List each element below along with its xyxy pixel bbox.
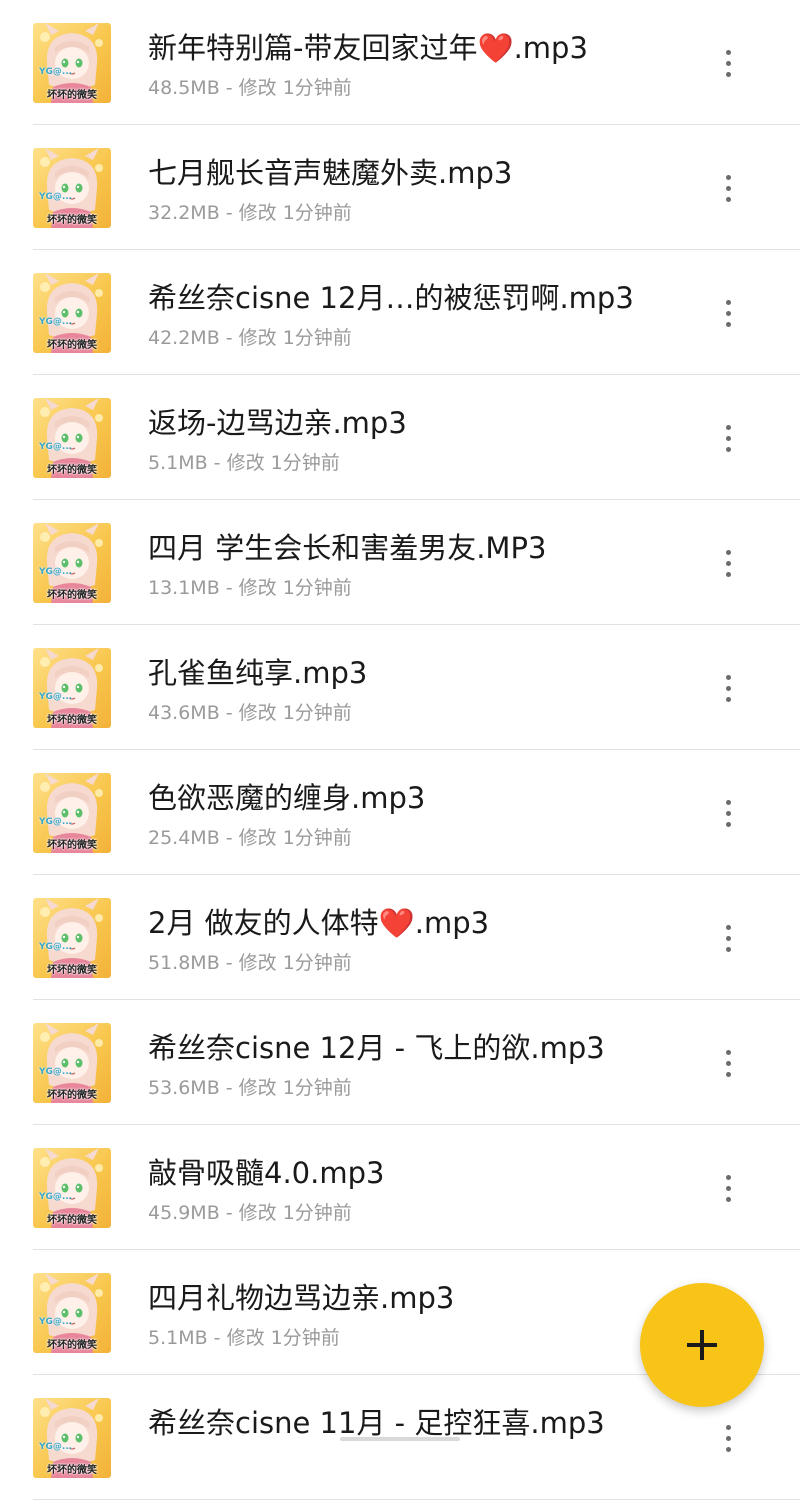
more-options-button[interactable] xyxy=(712,290,744,336)
thumbnail-watermark: YG@... xyxy=(39,692,73,702)
file-name: 四月礼物边骂边亲.mp3 xyxy=(148,1281,455,1315)
file-meta: 13.1MB - 修改 1分钟前 xyxy=(148,577,352,599)
more-vertical-icon xyxy=(725,1049,731,1055)
file-row[interactable]: YG@... 坏坏的微笑 色欲恶魔的缠身.mp3 25.4MB - 修改 1分钟… xyxy=(0,750,800,875)
thumbnail-caption: 坏坏的微笑 xyxy=(47,840,97,851)
file-name: 四月 学生会长和害羞男友.MP3 xyxy=(148,531,547,565)
file-name: 希丝奈cisne 11月 - 足控狂喜.mp3 xyxy=(148,1406,605,1440)
thumbnail-watermark: YG@... xyxy=(39,67,73,77)
more-vertical-icon xyxy=(725,424,731,430)
file-row[interactable]: YG@... 坏坏的微笑 新年特别篇-带友回家过年❤️.mp3 48.5MB -… xyxy=(0,0,800,125)
thumbnail-caption: 坏坏的微笑 xyxy=(47,340,97,351)
file-name: 孔雀鱼纯享.mp3 xyxy=(148,656,368,690)
file-thumbnail: YG@... 坏坏的微笑 xyxy=(33,1023,111,1103)
file-meta: 42.2MB - 修改 1分钟前 xyxy=(148,327,352,349)
thumbnail-watermark: YG@... xyxy=(39,317,73,327)
thumbnail-caption: 坏坏的微笑 xyxy=(47,1465,97,1476)
thumbnail-watermark: YG@... xyxy=(39,1317,73,1327)
more-options-button[interactable] xyxy=(712,790,744,836)
file-row[interactable]: YG@... 坏坏的微笑 返场-边骂边亲.mp3 5.1MB - 修改 1分钟前 xyxy=(0,375,800,500)
file-thumbnail: YG@... 坏坏的微笑 xyxy=(33,148,111,228)
more-vertical-icon xyxy=(725,49,731,55)
file-thumbnail: YG@... 坏坏的微笑 xyxy=(33,1398,111,1478)
file-thumbnail: YG@... 坏坏的微笑 xyxy=(33,273,111,353)
thumbnail-watermark: YG@... xyxy=(39,1192,73,1202)
more-vertical-icon xyxy=(725,1424,731,1430)
file-meta: 53.6MB - 修改 1分钟前 xyxy=(148,1077,352,1099)
thumbnail-caption: 坏坏的微笑 xyxy=(47,590,97,601)
file-name: 希丝奈cisne 12月 - 飞上的欲.mp3 xyxy=(148,1031,605,1065)
more-vertical-icon xyxy=(725,674,731,680)
thumbnail-caption: 坏坏的微笑 xyxy=(47,965,97,976)
file-row[interactable]: YG@... 坏坏的微笑 孔雀鱼纯享.mp3 43.6MB - 修改 1分钟前 xyxy=(0,625,800,750)
file-name: 2月 做友的人体特❤️.mp3 xyxy=(148,906,490,940)
more-options-button[interactable] xyxy=(712,40,744,86)
file-name: 返场-边骂边亲.mp3 xyxy=(148,406,407,440)
file-list: YG@... 坏坏的微笑 新年特别篇-带友回家过年❤️.mp3 48.5MB -… xyxy=(0,0,800,1500)
file-meta: 43.6MB - 修改 1分钟前 xyxy=(148,702,352,724)
add-file-button[interactable] xyxy=(640,1283,764,1407)
file-row[interactable]: YG@... 坏坏的微笑 2月 做友的人体特❤️.mp3 51.8MB - 修改… xyxy=(0,875,800,1000)
more-vertical-icon xyxy=(725,799,731,805)
more-vertical-icon xyxy=(725,1174,731,1180)
more-vertical-icon xyxy=(725,924,731,930)
thumbnail-caption: 坏坏的微笑 xyxy=(47,90,97,101)
thumbnail-caption: 坏坏的微笑 xyxy=(47,465,97,476)
file-row[interactable]: YG@... 坏坏的微笑 希丝奈cisne 12月 - 飞上的欲.mp3 53.… xyxy=(0,1000,800,1125)
file-name: 希丝奈cisne 12月…的被惩罚啊.mp3 xyxy=(148,281,634,315)
file-thumbnail: YG@... 坏坏的微笑 xyxy=(33,773,111,853)
thumbnail-caption: 坏坏的微笑 xyxy=(47,715,97,726)
thumbnail-watermark: YG@... xyxy=(39,567,73,577)
thumbnail-watermark: YG@... xyxy=(39,1067,73,1077)
more-options-button[interactable] xyxy=(712,1415,744,1461)
more-options-button[interactable] xyxy=(712,1040,744,1086)
file-meta: 32.2MB - 修改 1分钟前 xyxy=(148,202,352,224)
file-meta: 51.8MB - 修改 1分钟前 xyxy=(148,952,352,974)
more-options-button[interactable] xyxy=(712,165,744,211)
file-meta: 25.4MB - 修改 1分钟前 xyxy=(148,827,352,849)
thumbnail-caption: 坏坏的微笑 xyxy=(47,1090,97,1101)
file-thumbnail: YG@... 坏坏的微笑 xyxy=(33,1148,111,1228)
file-thumbnail: YG@... 坏坏的微笑 xyxy=(33,1273,111,1353)
file-thumbnail: YG@... 坏坏的微笑 xyxy=(33,23,111,103)
file-meta: 5.1MB - 修改 1分钟前 xyxy=(148,452,340,474)
more-options-button[interactable] xyxy=(712,540,744,586)
plus-icon xyxy=(687,1330,717,1360)
file-meta: 48.5MB - 修改 1分钟前 xyxy=(148,77,352,99)
more-options-button[interactable] xyxy=(712,415,744,461)
thumbnail-caption: 坏坏的微笑 xyxy=(47,1340,97,1351)
file-thumbnail: YG@... 坏坏的微笑 xyxy=(33,898,111,978)
thumbnail-watermark: YG@... xyxy=(39,442,73,452)
thumbnail-watermark: YG@... xyxy=(39,1442,73,1452)
file-thumbnail: YG@... 坏坏的微笑 xyxy=(33,648,111,728)
thumbnail-caption: 坏坏的微笑 xyxy=(47,1215,97,1226)
file-meta: 5.1MB - 修改 1分钟前 xyxy=(148,1327,340,1349)
more-vertical-icon xyxy=(725,549,731,555)
file-row[interactable]: YG@... 坏坏的微笑 七月舰长音声魅魔外卖.mp3 32.2MB - 修改 … xyxy=(0,125,800,250)
more-options-button[interactable] xyxy=(712,665,744,711)
file-name: 新年特别篇-带友回家过年❤️.mp3 xyxy=(148,31,588,65)
more-vertical-icon xyxy=(725,174,731,180)
more-options-button[interactable] xyxy=(712,1165,744,1211)
more-vertical-icon xyxy=(725,299,731,305)
thumbnail-watermark: YG@... xyxy=(39,192,73,202)
file-row[interactable]: YG@... 坏坏的微笑 敲骨吸髓4.0.mp3 45.9MB - 修改 1分钟… xyxy=(0,1125,800,1250)
file-name: 敲骨吸髓4.0.mp3 xyxy=(148,1156,385,1190)
file-meta: 45.9MB - 修改 1分钟前 xyxy=(148,1202,352,1224)
thumbnail-watermark: YG@... xyxy=(39,942,73,952)
gesture-nav-bar[interactable] xyxy=(340,1437,460,1441)
thumbnail-watermark: YG@... xyxy=(39,817,73,827)
file-row[interactable]: YG@... 坏坏的微笑 希丝奈cisne 12月…的被惩罚啊.mp3 42.2… xyxy=(0,250,800,375)
file-name: 七月舰长音声魅魔外卖.mp3 xyxy=(148,156,513,190)
file-name: 色欲恶魔的缠身.mp3 xyxy=(148,781,426,815)
file-row[interactable]: YG@... 坏坏的微笑 四月 学生会长和害羞男友.MP3 13.1MB - 修… xyxy=(0,500,800,625)
file-thumbnail: YG@... 坏坏的微笑 xyxy=(33,398,111,478)
more-options-button[interactable] xyxy=(712,915,744,961)
file-thumbnail: YG@... 坏坏的微笑 xyxy=(33,523,111,603)
thumbnail-caption: 坏坏的微笑 xyxy=(47,215,97,226)
